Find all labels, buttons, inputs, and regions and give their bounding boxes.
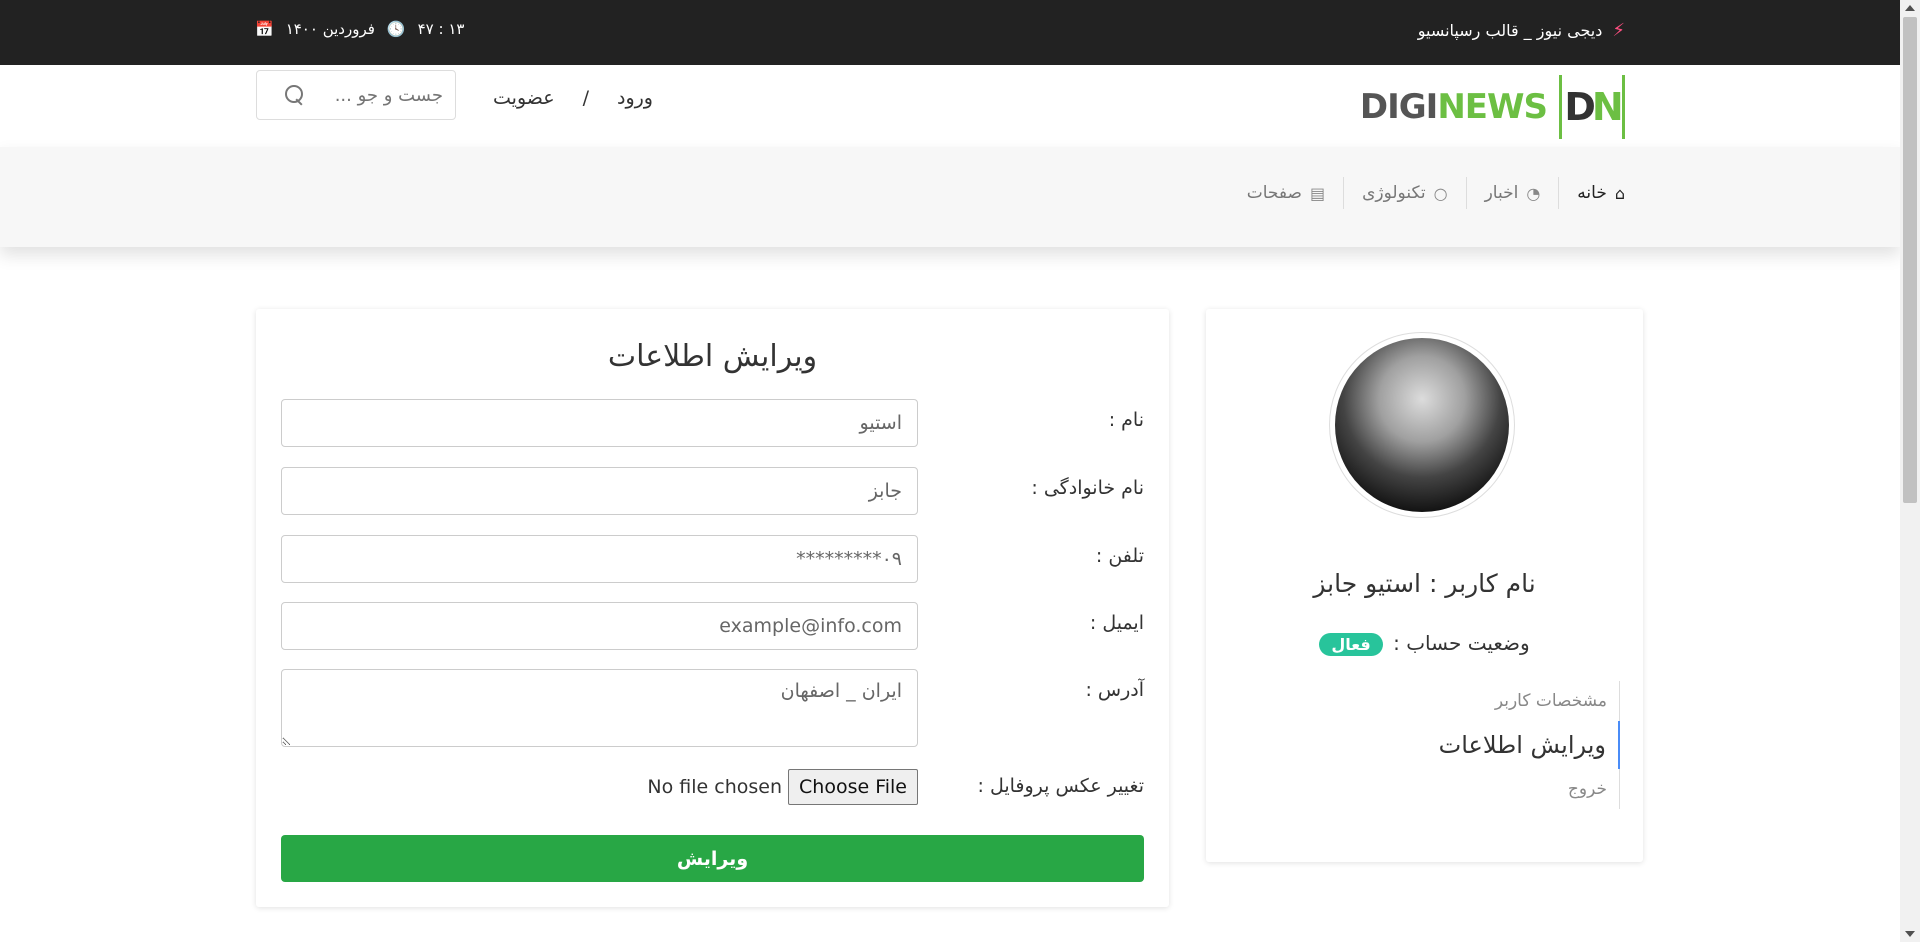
brand-text: دیجی نیوز _ قالب رسپانسیو <box>1417 21 1603 40</box>
phone-row: تلفن : <box>281 535 1144 583</box>
clock-icon: 🕓 <box>386 20 406 38</box>
phone-input[interactable] <box>281 535 918 583</box>
profile-menu: مشخصات کاربر ویرایش اطلاعات خروج <box>1420 681 1620 809</box>
logo-wordmark: DIGINEWS <box>1359 87 1548 127</box>
nav-item-news[interactable]: ◔ اخبار <box>1465 177 1559 209</box>
address-row: آدرس : ایران _ اصفهان <box>281 669 1144 747</box>
bolt-icon: ⚡ <box>1612 20 1625 41</box>
time-text: ۱۳ : ۴۷ <box>417 20 465 38</box>
scroll-down-arrow-icon[interactable] <box>1905 931 1915 937</box>
email-row: ایمیل : <box>281 602 1144 650</box>
menu-item-profile[interactable]: مشخصات کاربر <box>1420 681 1619 721</box>
logo-mark: DN <box>1559 75 1625 139</box>
username: نام کاربر : استیو جابز <box>1313 569 1536 598</box>
status-label: وضعیت حساب : <box>1393 631 1530 655</box>
first-name-label: نام : <box>1108 409 1144 431</box>
edit-info-panel: ویرایش اطلاعات نام : نام خانوادگی : تلفن… <box>256 309 1169 907</box>
address-label: آدرس : <box>1085 679 1144 701</box>
scrollbar-thumb[interactable] <box>1903 17 1917 503</box>
address-textarea[interactable]: ایران _ اصفهان <box>281 669 918 747</box>
scroll-up-arrow-icon[interactable] <box>1905 5 1915 11</box>
date-text: فروردین ۱۴۰۰ <box>285 20 375 38</box>
choose-file-button[interactable]: Choose File <box>788 769 918 805</box>
rss-icon: ◔ <box>1526 183 1541 203</box>
search-icon[interactable] <box>283 84 305 106</box>
circle-notch-icon: ○ <box>1433 183 1448 203</box>
search-box <box>256 70 456 120</box>
page-scrollbar[interactable] <box>1900 0 1920 942</box>
calendar-icon: 📅 <box>255 20 274 38</box>
avatar-image <box>1335 338 1509 512</box>
nav-item-home[interactable]: ⌂ خانه <box>1558 177 1625 209</box>
last-name-input[interactable] <box>281 467 918 515</box>
file-input: No file chosen Choose File <box>281 767 918 807</box>
no-file-text: No file chosen <box>647 776 783 798</box>
date-time: ۱۳ : ۴۷ 🕓 فروردین ۱۴۰۰ 📅 <box>255 20 464 38</box>
avatar <box>1329 332 1515 518</box>
menu-item-logout[interactable]: خروج <box>1420 769 1619 809</box>
photo-row: تغییر عکس پروفایل : No file chosen Choos… <box>281 767 1144 807</box>
auth-links: ورود / عضویت <box>493 87 653 109</box>
login-link[interactable]: ورود <box>617 87 653 109</box>
nav-item-technology[interactable]: ○ تکنولوژی <box>1343 177 1465 209</box>
site-brand[interactable]: ⚡ دیجی نیوز _ قالب رسپانسیو <box>1418 20 1625 41</box>
email-input[interactable] <box>281 602 918 650</box>
register-link[interactable]: عضویت <box>493 87 555 109</box>
search-input[interactable] <box>313 84 443 106</box>
submit-edit-button[interactable]: ویرایش <box>281 835 1144 882</box>
status-badge: فعال <box>1319 633 1383 656</box>
site-header: DIGINEWS DN ورود / عضویت <box>0 65 1900 147</box>
site-logo[interactable]: DIGINEWS DN <box>1360 75 1625 139</box>
photo-label: تغییر عکس پروفایل : <box>977 775 1144 797</box>
first-name-row: نام : <box>281 399 1144 447</box>
nav-item-pages[interactable]: ▤ صفحات <box>1229 177 1343 209</box>
last-name-label: نام خانوادگی : <box>1031 477 1144 499</box>
phone-label: تلفن : <box>1095 545 1144 567</box>
first-name-input[interactable] <box>281 399 918 447</box>
last-name-row: نام خانوادگی : <box>281 467 1144 515</box>
top-bar: ⚡ دیجی نیوز _ قالب رسپانسیو ۱۳ : ۴۷ 🕓 فر… <box>0 0 1900 65</box>
profile-panel: نام کاربر : استیو جابز وضعیت حساب : فعال… <box>1206 309 1643 862</box>
menu-item-edit-info[interactable]: ویرایش اطلاعات <box>1420 721 1620 769</box>
home-icon: ⌂ <box>1614 183 1625 203</box>
auth-separator: / <box>582 87 589 109</box>
file-icon: ▤ <box>1309 183 1326 203</box>
email-label: ایمیل : <box>1089 612 1144 634</box>
account-status: وضعیت حساب : فعال <box>1206 631 1643 656</box>
form-title: ویرایش اطلاعات <box>607 339 818 374</box>
main-nav: ⌂ خانه ◔ اخبار ○ تکنولوژی ▤ صفحات <box>0 147 1900 247</box>
